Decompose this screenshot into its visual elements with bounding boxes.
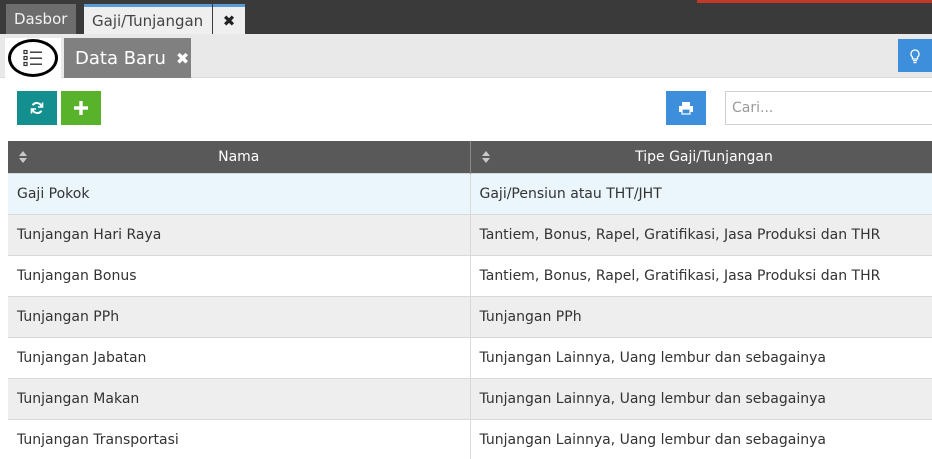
list-icon — [23, 49, 42, 67]
accent-strip — [697, 0, 932, 3]
table-row[interactable]: Tunjangan PPh Tunjangan PPh — [8, 295, 932, 337]
table-row[interactable]: Tunjangan Transportasi Tunjangan Lainnya… — [8, 418, 932, 459]
table-row[interactable]: Tunjangan Hari Raya Tantiem, Bonus, Rape… — [8, 213, 932, 255]
cell-nama: Tunjangan PPh — [8, 295, 471, 337]
plus-icon — [74, 101, 88, 115]
print-icon — [679, 102, 693, 115]
tab-dasbor[interactable]: Dasbor — [6, 4, 76, 34]
search-input[interactable] — [725, 91, 932, 125]
add-button[interactable] — [61, 91, 101, 125]
cell-tipe: Tunjangan Lainnya, Uang lembur dan sebag… — [470, 336, 932, 378]
sort-icon — [481, 151, 490, 163]
tab-gaji-tunjangan[interactable]: Gaji/Tunjangan — [84, 4, 212, 34]
cell-tipe: Tunjangan PPh — [470, 295, 932, 337]
data-baru-close-icon[interactable]: ✖ — [176, 49, 189, 68]
column-header-tipe[interactable]: Tipe Gaji/Tunjangan — [470, 141, 932, 173]
cell-nama: Tunjangan Bonus — [8, 254, 471, 296]
list-view-button[interactable] — [5, 38, 61, 78]
cell-tipe: Tunjangan Lainnya, Uang lembur dan sebag… — [470, 418, 932, 459]
refresh-icon — [30, 102, 44, 114]
cell-tipe: Tantiem, Bonus, Rapel, Gratifikasi, Jasa… — [470, 213, 932, 255]
cell-tipe: Tunjangan Lainnya, Uang lembur dan sebag… — [470, 377, 932, 419]
table-row[interactable]: Tunjangan Makan Tunjangan Lainnya, Uang … — [8, 377, 932, 419]
lightbulb-icon — [910, 48, 920, 63]
cell-tipe: Gaji/Pensiun atau THT/JHT — [470, 172, 932, 214]
top-tab-bar: Dasbor Gaji/Tunjangan ✖ — [0, 0, 932, 34]
close-tab-button[interactable]: ✖ — [213, 4, 245, 34]
table-header-row: Nama Tipe Gaji/Tunjangan — [8, 141, 932, 173]
table-row[interactable]: Tunjangan Bonus Tantiem, Bonus, Rapel, G… — [8, 254, 932, 296]
cell-nama: Gaji Pokok — [8, 172, 471, 214]
column-header-nama-label: Nama — [218, 148, 260, 165]
cell-nama: Tunjangan Jabatan — [8, 336, 471, 378]
cell-nama: Tunjangan Makan — [8, 377, 471, 419]
table-row[interactable]: Tunjangan Jabatan Tunjangan Lainnya, Uan… — [8, 336, 932, 378]
refresh-button[interactable] — [17, 91, 57, 125]
column-header-tipe-label: Tipe Gaji/Tunjangan — [635, 148, 773, 165]
print-button[interactable] — [666, 91, 706, 125]
cell-nama: Tunjangan Hari Raya — [8, 213, 471, 255]
help-button[interactable] — [898, 39, 932, 72]
sub-toolbar: Data Baru ✖ — [0, 34, 932, 78]
cell-nama: Tunjangan Transportasi — [8, 418, 471, 459]
data-baru-label: Data Baru — [75, 47, 166, 69]
data-table: Nama Tipe Gaji/Tunjangan Gaji Pokok Gaji… — [8, 141, 932, 459]
data-baru-tab[interactable]: Data Baru ✖ — [64, 38, 191, 78]
table-row[interactable]: Gaji Pokok Gaji/Pensiun atau THT/JHT — [8, 172, 932, 214]
column-header-nama[interactable]: Nama — [8, 141, 471, 173]
highlight-circle — [8, 39, 58, 77]
sort-icon — [19, 151, 27, 163]
cell-tipe: Tantiem, Bonus, Rapel, Gratifikasi, Jasa… — [470, 254, 932, 296]
